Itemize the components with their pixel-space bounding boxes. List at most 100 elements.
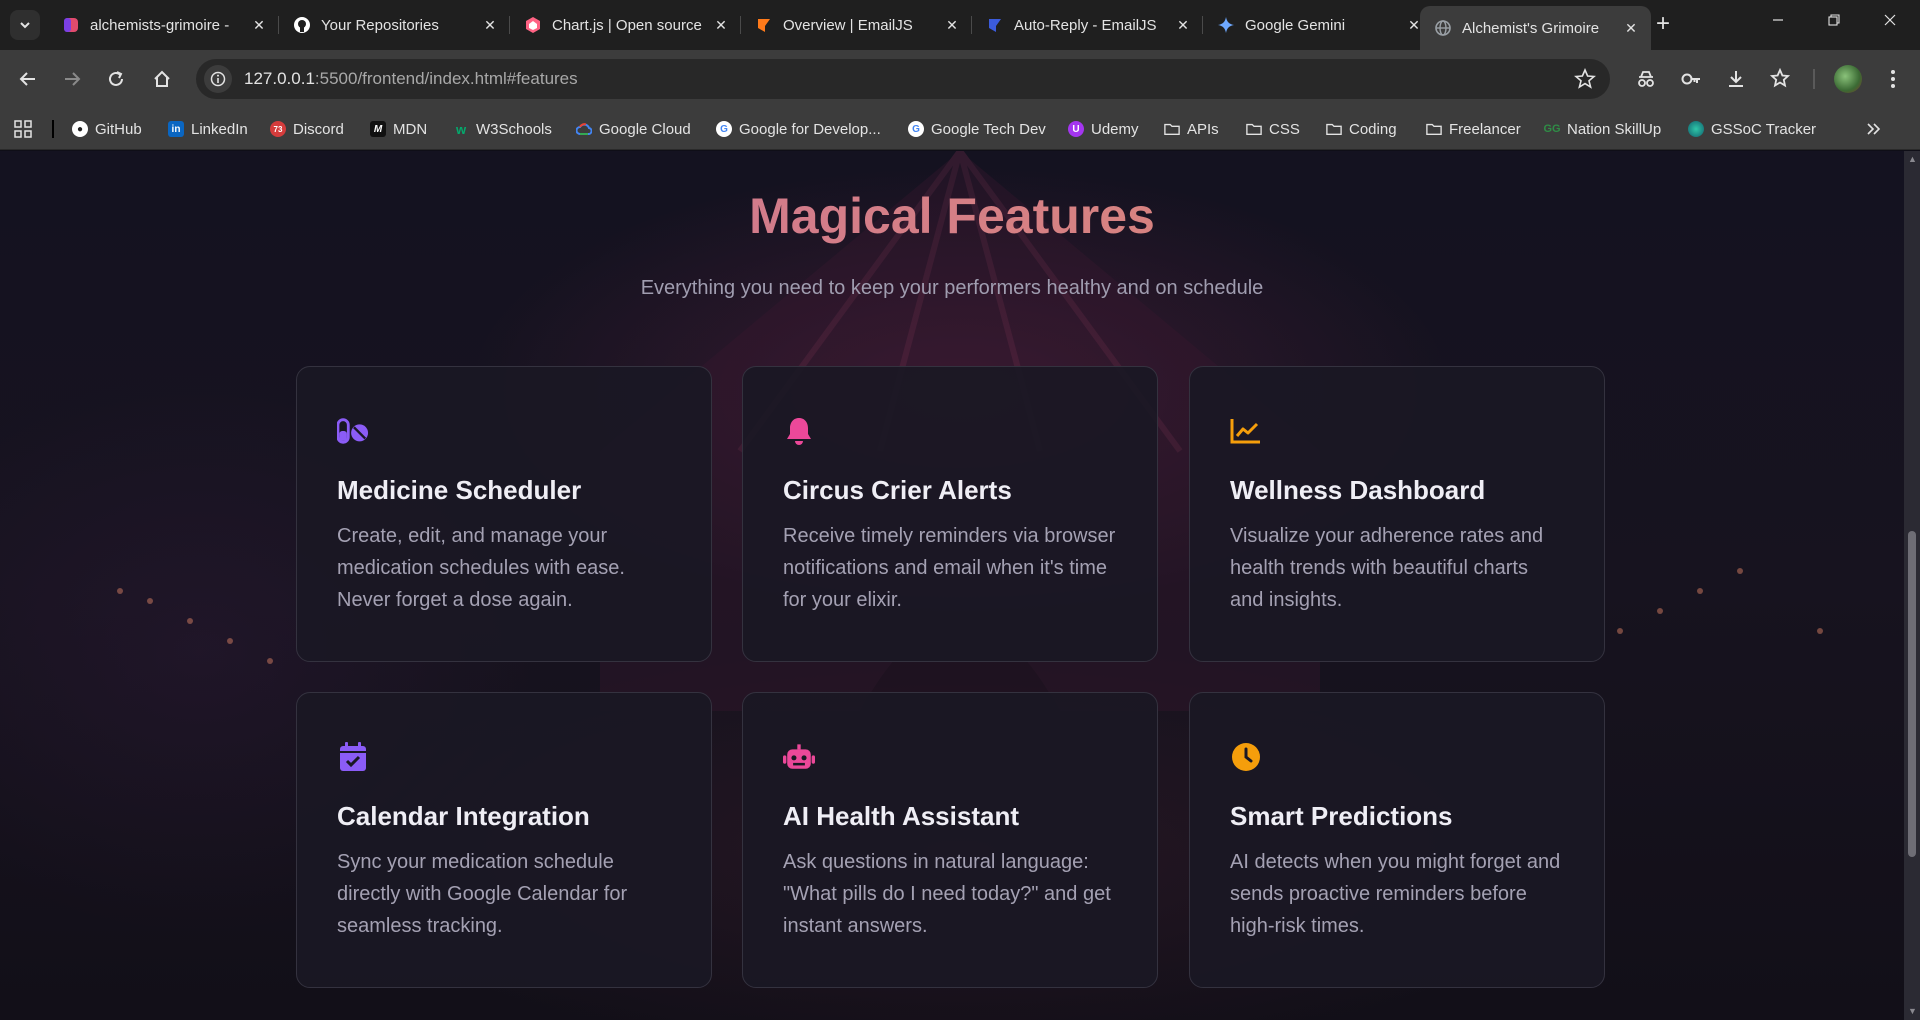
bookmark-folder-apis[interactable]: APIs: [1164, 118, 1219, 140]
bookmark-star-icon[interactable]: [1574, 67, 1596, 95]
gemini-icon: [1217, 16, 1235, 34]
heart-favicon: [62, 16, 80, 34]
forward-button[interactable]: [56, 63, 88, 95]
scroll-up-arrow-icon[interactable]: ▲: [1908, 155, 1917, 164]
url-text: 127.0.0.1:5500/frontend/index.html#featu…: [244, 69, 578, 89]
feature-card-circus-crier-alerts: Circus Crier Alerts Receive timely remin…: [742, 366, 1158, 662]
feature-description: AI detects when you might forget and sen…: [1230, 851, 1561, 937]
url-host: 127.0.0.1: [244, 69, 315, 88]
close-icon[interactable]: ✕: [942, 15, 962, 35]
back-button[interactable]: [12, 63, 44, 95]
feature-title: Medicine Scheduler: [337, 475, 582, 505]
bookmark-udemy[interactable]: U Udemy: [1068, 118, 1139, 140]
close-icon[interactable]: ✕: [1173, 15, 1193, 35]
apps-grid-icon[interactable]: [14, 118, 32, 140]
site-info-icon[interactable]: [204, 65, 232, 93]
minimize-button[interactable]: [1750, 0, 1806, 40]
tab-alchemists-grimoire-repo[interactable]: alchemists-grimoire - ✕: [48, 6, 279, 44]
tab-chartjs[interactable]: Chart.js | Open source ✕: [510, 6, 741, 44]
password-key-icon[interactable]: [1677, 65, 1705, 93]
new-tab-button[interactable]: +: [1650, 12, 1676, 38]
feature-description: Create, edit, and manage your medication…: [337, 525, 625, 611]
more-bookmarks-chevron-icon[interactable]: [1866, 118, 1882, 140]
google-cloud-icon: [576, 121, 592, 137]
github-icon: ●: [72, 121, 88, 137]
bookmark-folder-css[interactable]: CSS: [1246, 118, 1300, 140]
feature-title: Circus Crier Alerts: [783, 475, 1012, 505]
tab-alchemists-grimoire-active[interactable]: Alchemist's Grimoire ✕: [1420, 6, 1651, 50]
folder-icon: [1326, 121, 1342, 137]
pills-icon: [337, 415, 369, 447]
chartjs-icon: [524, 16, 542, 34]
close-icon[interactable]: ✕: [249, 15, 269, 35]
scroll-down-arrow-icon[interactable]: ▼: [1908, 1007, 1917, 1016]
bookmark-folder-coding[interactable]: Coding: [1326, 118, 1397, 140]
feature-title: Wellness Dashboard: [1230, 475, 1486, 505]
close-icon: [1884, 14, 1896, 26]
tab-strip: alchemists-grimoire - ✕ Your Repositorie…: [0, 0, 1920, 50]
section-title: Magical Features: [0, 187, 1904, 245]
bookmark-folder-freelancer[interactable]: Freelancer: [1426, 118, 1521, 140]
tab-title: Your Repositories: [321, 16, 439, 34]
address-bar[interactable]: 127.0.0.1:5500/frontend/index.html#featu…: [196, 59, 1610, 99]
scroll-thumb[interactable]: [1908, 531, 1916, 857]
udemy-icon: U: [1068, 121, 1084, 137]
folder-icon: [1164, 121, 1180, 137]
home-button[interactable]: [146, 63, 178, 95]
bookmark-discord[interactable]: 73 Discord: [270, 118, 344, 140]
close-icon[interactable]: ✕: [480, 15, 500, 35]
url-path: :5500/frontend/index.html#features: [314, 69, 578, 88]
arrow-right-icon: [65, 72, 81, 86]
close-icon[interactable]: ✕: [711, 15, 731, 35]
feature-card-wellness-dashboard: Wellness Dashboard Visualize your adhere…: [1189, 366, 1605, 662]
feature-card-medicine-scheduler: Medicine Scheduler Create, edit, and man…: [296, 366, 712, 662]
download-icon[interactable]: [1722, 65, 1750, 93]
arrow-left-icon: [19, 72, 35, 86]
w3schools-icon: w: [455, 121, 467, 137]
mdn-icon: M: [370, 121, 386, 137]
tab-emailjs-overview[interactable]: Overview | EmailJS ✕: [741, 6, 972, 44]
bookmark-github[interactable]: ● GitHub: [72, 118, 142, 140]
tab-title: alchemists-grimoire -: [90, 16, 230, 34]
menu-kebab-icon[interactable]: [1879, 65, 1907, 93]
bookmark-google-cloud[interactable]: Google Cloud: [576, 118, 691, 140]
tab-emailjs-autoreply[interactable]: Auto-Reply - EmailJS ✕: [972, 6, 1203, 44]
bookmark-mdn[interactable]: M MDN: [370, 118, 427, 140]
bookmark-google-for-developers[interactable]: G Google for Develop...: [716, 118, 881, 140]
google-icon: G: [908, 121, 924, 137]
tab-google-gemini[interactable]: Google Gemini ✕: [1203, 6, 1434, 44]
reload-button[interactable]: [100, 63, 132, 95]
home-icon: [154, 70, 170, 87]
emailjs-icon: [755, 16, 773, 34]
page-scrollbar[interactable]: ▲ ▼: [1904, 151, 1920, 1020]
bell-icon: [783, 415, 815, 447]
favorites-icon[interactable]: [1767, 65, 1795, 93]
profile-avatar[interactable]: [1834, 65, 1862, 93]
page-viewport: Magical Features Everything you need to …: [0, 151, 1904, 1020]
tab-title: Auto-Reply - EmailJS: [1014, 16, 1157, 34]
close-window-button[interactable]: [1862, 0, 1918, 40]
close-icon[interactable]: ✕: [1621, 18, 1641, 38]
tab-title: Alchemist's Grimoire: [1462, 19, 1600, 37]
tab-title: Google Gemini: [1245, 16, 1346, 34]
emailjs-icon: [986, 16, 1004, 34]
bookmark-google-tech-dev[interactable]: G Google Tech Dev: [908, 118, 1046, 140]
discord-icon: 73: [270, 121, 286, 137]
bookmark-gssoc-tracker[interactable]: GSSoC Tracker: [1688, 118, 1816, 140]
bookmark-w3schools[interactable]: w W3Schools: [453, 118, 552, 140]
restore-icon: [1828, 14, 1840, 26]
tab-search-button[interactable]: [10, 10, 40, 40]
tab-title: Chart.js | Open source: [552, 16, 702, 34]
tab-your-repositories[interactable]: Your Repositories ✕: [279, 6, 510, 44]
linkedin-icon: in: [168, 121, 184, 137]
gfg-icon: GG: [1543, 123, 1561, 135]
incognito-icon[interactable]: [1632, 65, 1660, 93]
feature-description: Visualize your adherence rates and healt…: [1230, 525, 1544, 611]
bookmark-nation-skillup[interactable]: GG Nation SkillUp: [1543, 118, 1661, 140]
feature-description: Receive timely reminders via browser not…: [783, 525, 1116, 611]
chevron-down-icon: [20, 22, 30, 29]
folder-icon: [1426, 121, 1442, 137]
restore-button[interactable]: [1806, 0, 1862, 40]
gssoc-icon: [1688, 121, 1704, 137]
bookmark-linkedin[interactable]: in LinkedIn: [168, 118, 248, 140]
